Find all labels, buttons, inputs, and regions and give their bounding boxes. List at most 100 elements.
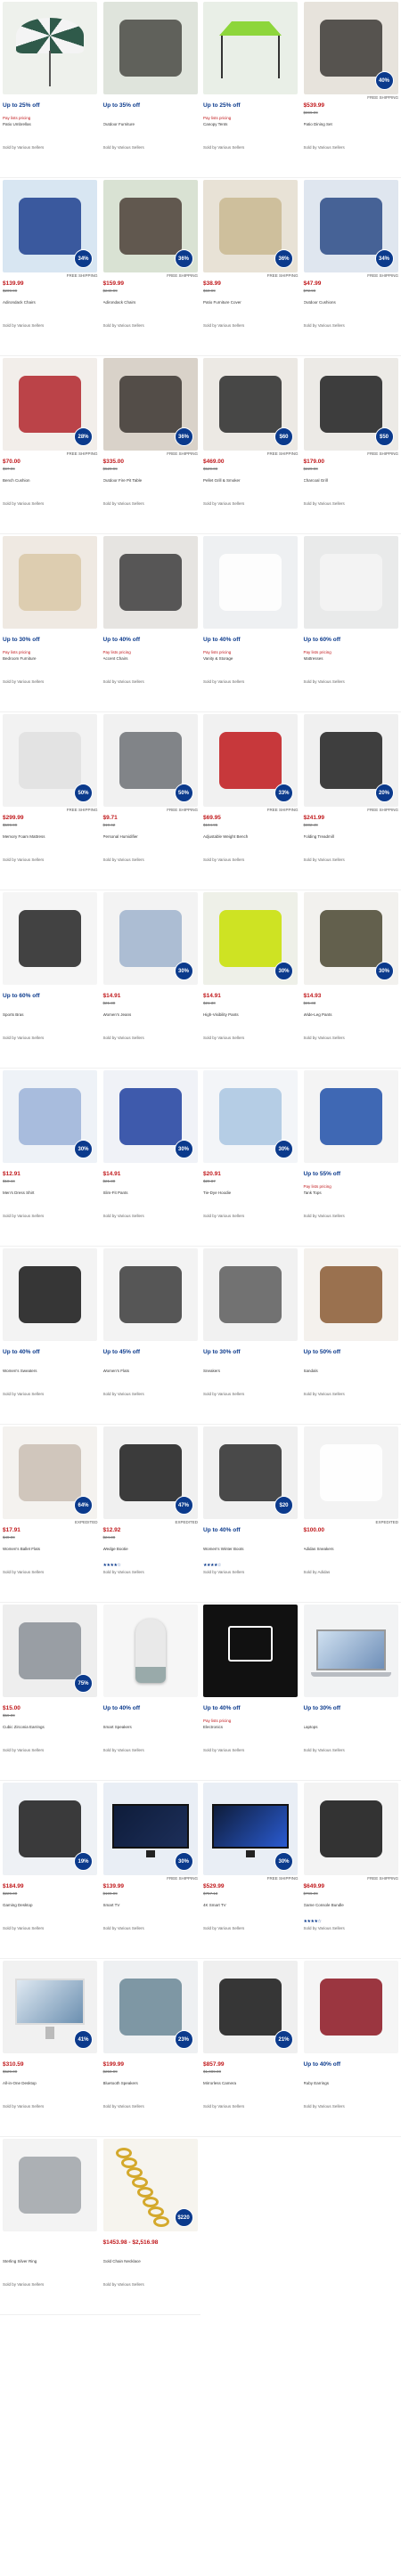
product-title[interactable]: Tank Tops xyxy=(304,1190,399,1207)
product-card[interactable]: Up to 30% off Pay lists pricing Bedroom Fu… xyxy=(0,534,101,712)
product-title[interactable]: Bedroom Furniture xyxy=(3,656,98,672)
product-title[interactable]: Adidas Sneakers xyxy=(304,1547,399,1563)
product-title[interactable]: Ruby Earrings xyxy=(304,2081,399,2097)
product-card[interactable]: $50 FREE SHIPPING $179.00 $229.00 Charcoal G… xyxy=(300,356,401,534)
product-image[interactable] xyxy=(303,1070,398,1163)
product-image[interactable]: 30% xyxy=(203,1783,298,1875)
product-image[interactable]: 30% xyxy=(203,892,298,985)
product-card[interactable]: 33% FREE SHIPPING $69.95 $104.95 Adjustable … xyxy=(200,712,301,890)
product-image[interactable]: 30% xyxy=(102,1070,198,1163)
product-image[interactable] xyxy=(3,1248,97,1341)
product-card[interactable]: Sterling Silver Ring Sold by Various Sell… xyxy=(0,2137,101,2315)
product-title[interactable]: Smart TV xyxy=(103,1903,199,1919)
product-card[interactable]: 40% FREE SHIPPING $539.99 $899.99 Patio Dini… xyxy=(300,0,401,178)
product-card[interactable]: 50% FREE SHIPPING $9.71 $19.42 Personal Humi… xyxy=(100,712,200,890)
product-title[interactable]: Canopy Tents xyxy=(203,122,299,138)
product-card[interactable]: Up to 25% off Pay lists pricing Patio Umbr… xyxy=(0,0,101,178)
product-card[interactable]: 21% $857.99 $1,089.00 Mirrorless Camera Sold… xyxy=(200,1959,301,2137)
product-card[interactable]: Up to 45% off Women's Flats Sold by Variou… xyxy=(100,1247,200,1425)
product-card[interactable]: 41% $310.59 $529.00 All-in-One Desktop Sold … xyxy=(0,1959,101,2137)
product-card[interactable]: 50% FREE SHIPPING $299.99 $599.99 Memory Foa… xyxy=(0,712,101,890)
product-card[interactable]: $60 FREE SHIPPING $469.00 $529.00 Pellet Gri… xyxy=(200,356,301,534)
product-image[interactable]: 30% xyxy=(303,892,398,985)
product-title[interactable]: Gold Chain Necklace xyxy=(103,2259,199,2275)
product-image[interactable]: $50 xyxy=(303,358,398,451)
product-card[interactable]: 36% FREE SHIPPING $159.99 $249.99 Adirondack… xyxy=(100,178,200,356)
product-title[interactable]: Game Console Bundle xyxy=(304,1903,399,1919)
product-image[interactable] xyxy=(203,2,298,94)
product-image[interactable]: 34% xyxy=(3,180,97,272)
product-image[interactable]: 23% xyxy=(102,1961,198,2053)
product-image[interactable] xyxy=(3,2,97,94)
product-title[interactable]: Outdoor Cushions xyxy=(304,300,399,316)
product-card[interactable]: 30% $14.91 $21.30 High-Visibility Pants Sold… xyxy=(200,890,301,1069)
product-image[interactable]: 41% xyxy=(3,1961,97,2053)
product-card[interactable]: Up to 40% off Women's Sweaters Sold by Var… xyxy=(0,1247,101,1425)
product-image[interactable] xyxy=(203,1248,298,1341)
product-card[interactable]: 30% $12.91 $18.44 Men's Dress Shirt Sold by … xyxy=(0,1069,101,1247)
product-card[interactable]: Up to 25% off Pay lists pricing Canopy Ten… xyxy=(200,0,301,178)
product-card[interactable]: 34% FREE SHIPPING $47.99 $72.99 Outdoor Cush… xyxy=(300,178,401,356)
product-image[interactable]: 21% xyxy=(203,1961,298,2053)
product-image[interactable]: 28% xyxy=(3,358,97,451)
product-image[interactable] xyxy=(203,536,298,629)
product-image[interactable] xyxy=(303,1783,398,1875)
product-title[interactable]: Adirondack Chairs xyxy=(3,300,98,316)
product-title[interactable]: Gaming Desktop xyxy=(3,1903,98,1919)
product-title[interactable]: Wedge Bootie xyxy=(103,1547,199,1563)
product-image[interactable]: 36% xyxy=(102,180,198,272)
product-card[interactable]: $220 $1453.98 - $2,516.98 Gold Chain Neckl… xyxy=(100,2137,200,2315)
product-card[interactable]: 30% FREE SHIPPING $139.99 $199.99 Smart TV So… xyxy=(100,1781,200,1959)
product-title[interactable]: Smart Speakers xyxy=(103,1725,199,1741)
product-card[interactable]: 47% EXPEDITED $12.92 $24.38 Wedge Bootie ★★★★… xyxy=(100,1425,200,1603)
product-card[interactable]: Up to 60% off Sports Bras Sold by Various … xyxy=(0,890,101,1069)
product-title[interactable]: Women's Ballet Flats xyxy=(3,1547,98,1563)
product-title[interactable]: Sterling Silver Ring xyxy=(3,2259,98,2275)
product-card[interactable]: Up to 35% off Outdoor Furniture Sold by Va… xyxy=(100,0,200,178)
product-image[interactable] xyxy=(303,536,398,629)
product-title[interactable]: Bluetooth Speakers xyxy=(103,2081,199,2097)
product-card[interactable]: Up to 40% off Pay lists pricing Accent Cha… xyxy=(100,534,200,712)
product-title[interactable]: Patio Dining Set xyxy=(304,122,399,138)
product-image[interactable]: 50% xyxy=(102,714,198,807)
product-image[interactable]: 30% xyxy=(203,1070,298,1163)
product-card[interactable]: Up to 40% off Smart Speakers Sold by Vario… xyxy=(100,1603,200,1781)
product-image[interactable] xyxy=(102,1605,198,1697)
product-image[interactable]: 36% xyxy=(102,358,198,451)
product-card[interactable]: Up to 50% off Sandals Sold by Various Sell… xyxy=(300,1247,401,1425)
product-title[interactable]: Men's Dress Shirt xyxy=(3,1190,98,1207)
product-card[interactable]: 28% FREE SHIPPING $70.00 $97.99 Bench Cushio… xyxy=(0,356,101,534)
product-image[interactable]: 30% xyxy=(102,892,198,985)
product-title[interactable]: Memory Foam Mattress xyxy=(3,834,98,850)
product-image[interactable]: 19% xyxy=(3,1783,97,1875)
product-card[interactable]: 30% $14.91 $21.30 Women's Jeans Sold by Vari… xyxy=(100,890,200,1069)
product-title[interactable]: Electronics xyxy=(203,1725,299,1741)
product-image[interactable] xyxy=(3,2139,97,2231)
product-card[interactable]: 30% FREE SHIPPING $529.99 $757.13 4K Smart T… xyxy=(200,1781,301,1959)
product-title[interactable]: Outdoor Furniture xyxy=(103,122,199,138)
product-image[interactable]: 30% xyxy=(3,1070,97,1163)
product-title[interactable]: Sandals xyxy=(304,1369,399,1385)
product-title[interactable]: Mattresses xyxy=(304,656,399,672)
product-image[interactable] xyxy=(303,1961,398,2053)
product-card[interactable]: Up to 55% off Pay lists pricing Tank Tops S… xyxy=(300,1069,401,1247)
product-title[interactable]: Wide-Leg Pants xyxy=(304,1012,399,1028)
product-card[interactable]: Up to 60% off Pay lists pricing Mattresses… xyxy=(300,534,401,712)
product-card[interactable]: 19% $184.99 $229.00 Gaming Desktop Sold by V… xyxy=(0,1781,101,1959)
product-title[interactable]: Women's Flats xyxy=(103,1369,199,1385)
product-title[interactable]: Patio Furniture Cover xyxy=(203,300,299,316)
product-card[interactable]: 34% FREE SHIPPING $139.99 $209.99 Adirondack… xyxy=(0,178,101,356)
product-title[interactable]: Vanity & Storage xyxy=(203,656,299,672)
product-image[interactable]: 47% xyxy=(102,1426,198,1519)
product-image[interactable]: 34% xyxy=(303,180,398,272)
product-title[interactable]: Cubic Zirconia Earrings xyxy=(3,1725,98,1741)
product-image[interactable]: 40% xyxy=(303,2,398,94)
product-image[interactable] xyxy=(102,2,198,94)
product-card[interactable]: Up to 40% off Pay lists pricing Vanity & S… xyxy=(200,534,301,712)
product-title[interactable]: Folding Treadmill xyxy=(304,834,399,850)
product-image[interactable]: $20 xyxy=(203,1426,298,1519)
product-title[interactable]: Sneakers xyxy=(203,1369,299,1385)
product-card[interactable]: 30% $14.93 $21.33 Wide-Leg Pants Sold by Var… xyxy=(300,890,401,1069)
product-card[interactable]: Up to 30% off Sneakers Sold by Various Sel… xyxy=(200,1247,301,1425)
product-title[interactable]: Outdoor Fire Pit Table xyxy=(103,478,199,494)
